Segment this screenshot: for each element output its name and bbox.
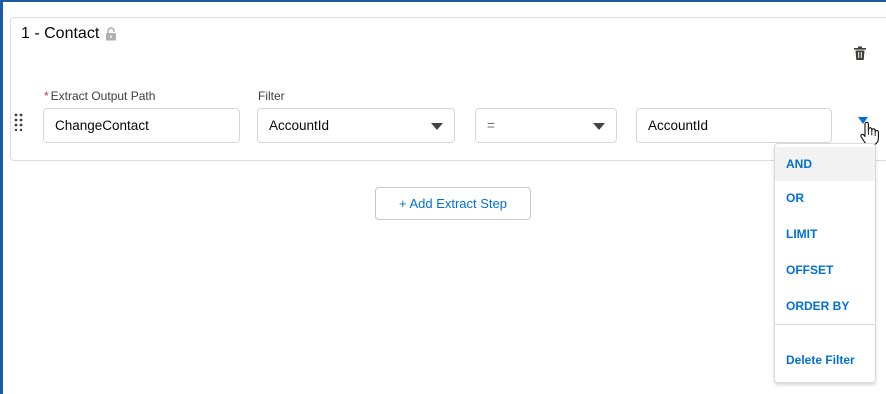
menu-divider (775, 324, 875, 325)
step-header: 1 - Contact (21, 25, 117, 43)
filter-field-value: AccountId (269, 118, 330, 133)
menu-item-order-by[interactable]: ORDER BY (775, 289, 875, 323)
step-title: 1 - Contact (21, 25, 100, 42)
filter-menu-dropdown: AND OR LIMIT OFFSET ORDER BY Delete Filt… (774, 143, 876, 383)
filter-operator-value: = (487, 118, 495, 133)
filter-field-select[interactable]: AccountId (257, 108, 455, 143)
frame-border-top (0, 0, 886, 2)
filter-label: Filter (258, 89, 285, 103)
frame-border-left (0, 0, 3, 394)
add-extract-step-button[interactable]: + Add Extract Step (375, 187, 531, 220)
output-path-input[interactable]: ChangeContact (43, 108, 240, 143)
filter-value-text: AccountId (648, 118, 709, 133)
output-path-value: ChangeContact (55, 118, 149, 133)
output-path-label: * Extract Output Path (44, 89, 156, 103)
menu-item-or[interactable]: OR (775, 181, 875, 215)
lock-icon (105, 27, 117, 41)
filter-value-input[interactable]: AccountId (636, 108, 832, 143)
menu-item-limit[interactable]: LIMIT (775, 217, 875, 251)
menu-item-and[interactable]: AND (775, 147, 875, 181)
chevron-down-icon (593, 123, 605, 130)
chevron-down-icon (431, 123, 443, 130)
trash-icon[interactable] (853, 46, 867, 61)
menu-item-delete-filter[interactable]: Delete Filter (775, 343, 875, 377)
menu-item-offset[interactable]: OFFSET (775, 253, 875, 287)
drag-handle-icon[interactable] (14, 113, 24, 132)
filter-operator-select[interactable]: = (475, 108, 617, 143)
required-mark: * (44, 89, 49, 103)
